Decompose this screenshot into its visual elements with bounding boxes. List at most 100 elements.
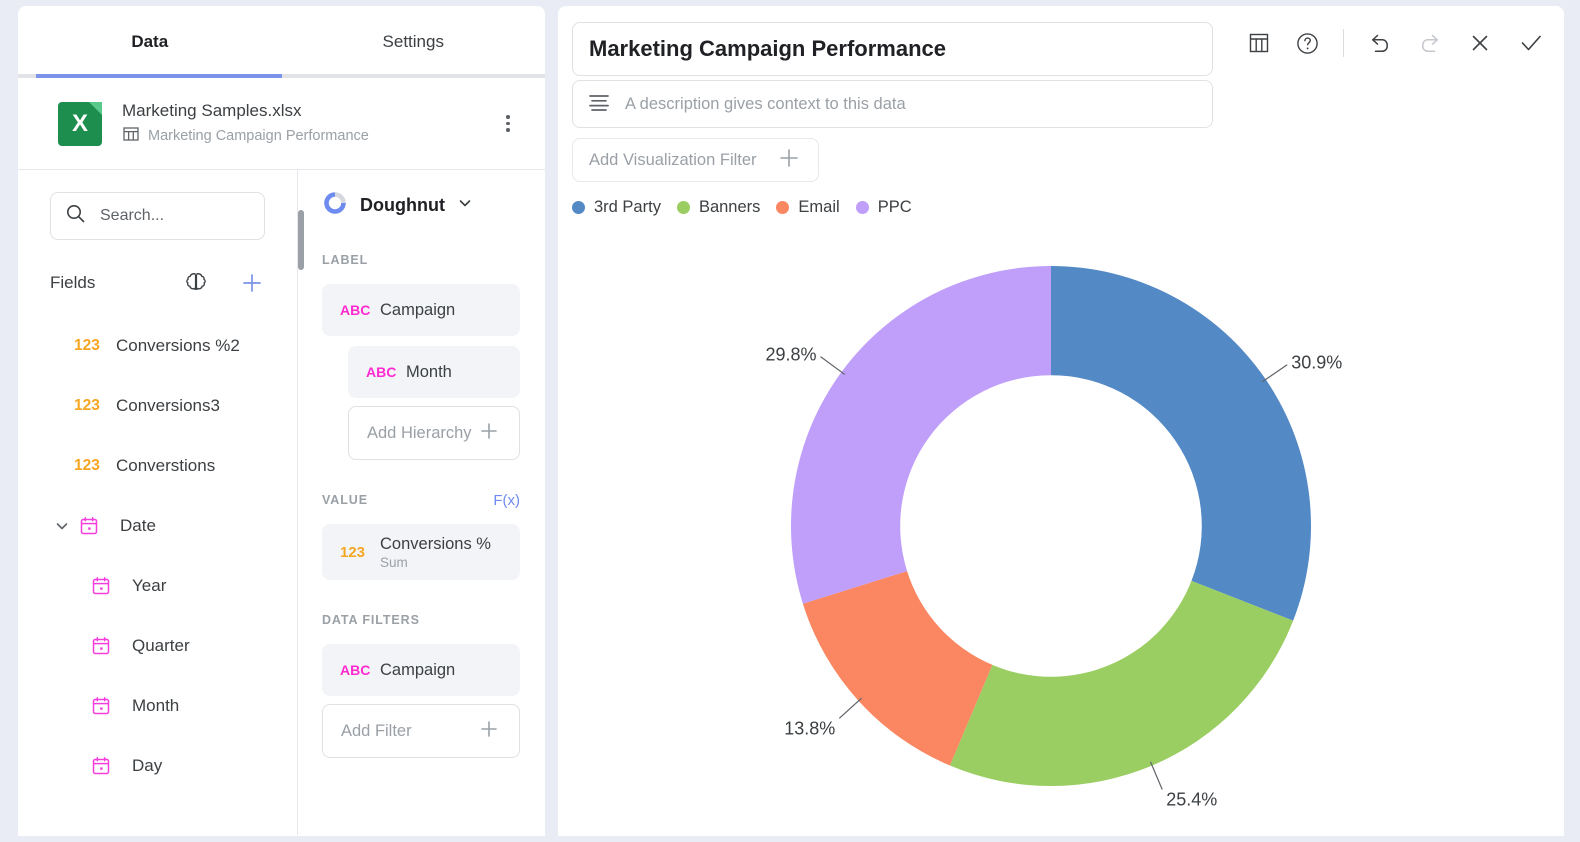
wells-column: Doughnut LABEL ABC Campaign ABC Month Ad… xyxy=(298,170,544,835)
fields-column: Search... Fields 123 Conversions %2 123 … xyxy=(18,170,298,835)
add-visualization-filter-button[interactable]: Add Visualization Filter xyxy=(572,138,819,182)
well-chip-campaign[interactable]: ABC Campaign xyxy=(322,284,520,336)
add-hierarchy-button[interactable]: Add Hierarchy xyxy=(348,406,520,460)
well-label-title: LABEL xyxy=(322,253,369,267)
field-label: Year xyxy=(132,576,167,595)
text-field-icon: ABC xyxy=(340,662,371,678)
visualization-description-input[interactable]: A description gives context to this data xyxy=(572,80,1213,128)
toolbar-separator xyxy=(1343,29,1344,57)
well-chip-month[interactable]: ABC Month xyxy=(348,346,520,398)
field-item[interactable]: 123 Converstions xyxy=(18,436,297,496)
doughnut-chart-svg: 30.9% 25.4% 13.8% 29.8% xyxy=(765,266,1342,809)
undo-icon[interactable] xyxy=(1366,29,1394,57)
field-item[interactable]: Year xyxy=(18,556,297,616)
legend-item[interactable]: 3rd Party xyxy=(572,198,661,217)
well-filters-title: DATA FILTERS xyxy=(322,613,420,627)
add-filter-label: Add Filter xyxy=(341,721,412,740)
tab-data[interactable]: Data xyxy=(18,6,282,78)
data-label-leader xyxy=(838,697,862,719)
field-item[interactable]: 123 Conversions3 xyxy=(18,376,297,436)
field-item[interactable]: 123 Conversions %2 xyxy=(18,316,297,376)
well-chip-texts: Conversions % Sum xyxy=(380,535,491,570)
data-label: 30.9% xyxy=(1291,353,1342,373)
data-label: 25.4% xyxy=(1166,789,1217,809)
data-source-sheet-row: Marketing Campaign Performance xyxy=(122,125,369,147)
number-field-icon: 123 xyxy=(74,397,100,414)
chart-type-selector[interactable]: Doughnut xyxy=(322,172,520,238)
well-header-data-filters: DATA FILTERS xyxy=(322,606,520,634)
number-field-icon: 123 xyxy=(340,543,366,561)
legend-swatch xyxy=(855,201,869,214)
field-label: Date xyxy=(120,516,156,535)
well-chip-filter-campaign[interactable]: ABC Campaign xyxy=(322,644,520,696)
tab-settings-label: Settings xyxy=(382,32,444,51)
search-input[interactable]: Search... xyxy=(50,192,265,240)
doughnut-slice[interactable] xyxy=(1051,266,1311,621)
redo-icon[interactable] xyxy=(1416,29,1444,57)
well-value-title: VALUE xyxy=(322,493,368,507)
field-item[interactable]: Month xyxy=(18,676,297,736)
well-chip-label: Campaign xyxy=(380,300,456,319)
search-placeholder: Search... xyxy=(100,207,165,224)
field-item[interactable]: Quarter xyxy=(18,616,297,676)
legend-swatch xyxy=(572,201,585,214)
data-source-texts: Marketing Samples.xlsx Marketing Campaig… xyxy=(122,100,369,147)
excel-x-glyph: X xyxy=(71,109,88,137)
field-item[interactable]: Day xyxy=(18,736,297,796)
confirm-check-icon[interactable] xyxy=(1516,28,1546,58)
brain-icon[interactable] xyxy=(183,271,209,295)
number-field-icon: 123 xyxy=(74,337,100,354)
plus-icon xyxy=(776,145,802,176)
description-lines-icon xyxy=(587,91,611,118)
close-icon[interactable] xyxy=(1466,29,1494,57)
add-visualization-filter-label: Add Visualization Filter xyxy=(589,150,757,169)
data-source-row[interactable]: X Marketing Samples.xlsx Marketing Campa… xyxy=(18,78,545,170)
wells-scrollbar[interactable] xyxy=(298,210,304,270)
add-hierarchy-label: Add Hierarchy xyxy=(367,423,472,442)
date-field-icon xyxy=(90,695,124,717)
well-chip-conversions[interactable]: 123 Conversions % Sum xyxy=(322,524,520,580)
legend-label: Banners xyxy=(698,198,761,216)
doughnut-chart-icon xyxy=(322,190,348,221)
date-field-icon xyxy=(90,575,124,597)
field-label: Conversions %2 xyxy=(116,336,240,355)
plus-icon xyxy=(477,419,501,448)
editor-toolbar xyxy=(1246,28,1546,58)
data-label-leader xyxy=(820,356,846,375)
well-header-label: LABEL xyxy=(322,246,520,274)
doughnut-chart: 30.9% 25.4% 13.8% 29.8% xyxy=(558,231,1564,836)
visualization-panel: Marketing Campaign Performance A descrip… xyxy=(558,6,1564,836)
chevron-down-icon xyxy=(457,195,473,216)
fields-list: 123 Conversions %2 123 Conversions3 123 … xyxy=(18,316,297,796)
formula-button[interactable]: F(x) xyxy=(493,492,520,509)
add-field-button[interactable] xyxy=(239,270,265,296)
tab-settings[interactable]: Settings xyxy=(282,6,546,78)
doughnut-slice[interactable] xyxy=(949,580,1294,786)
visualization-title-input[interactable]: Marketing Campaign Performance xyxy=(572,22,1213,76)
field-label: Quarter xyxy=(132,636,190,655)
well-chip-label: Conversions % xyxy=(380,534,491,553)
field-label: Converstions xyxy=(116,456,216,475)
fields-title: Fields xyxy=(50,273,96,292)
table-view-icon[interactable] xyxy=(1246,30,1272,56)
visualization-editor: Data Settings X Marketing Samples.xlsx M… xyxy=(0,0,1580,842)
legend-item[interactable]: Banners xyxy=(676,198,761,217)
chart-legend: 3rd Party Banners Email PPC xyxy=(572,198,920,217)
date-field-icon xyxy=(90,635,124,657)
chevron-down-icon[interactable] xyxy=(50,518,74,534)
help-icon[interactable] xyxy=(1294,30,1321,57)
doughnut-slice[interactable] xyxy=(791,266,1051,604)
table-icon xyxy=(122,125,140,147)
data-source-sheet-name: Marketing Campaign Performance xyxy=(148,128,369,144)
add-filter-button[interactable]: Add Filter xyxy=(322,704,520,758)
field-item-date[interactable]: Date xyxy=(18,496,297,556)
data-panel: Data Settings X Marketing Samples.xlsx M… xyxy=(18,6,545,836)
legend-item[interactable]: PPC xyxy=(855,198,912,217)
panel-columns: Search... Fields 123 Conversions %2 123 … xyxy=(18,170,545,835)
legend-item[interactable]: Email xyxy=(776,198,840,217)
date-field-icon xyxy=(78,515,112,537)
well-chip-label: Month xyxy=(406,362,452,381)
legend-label: PPC xyxy=(877,198,912,216)
kebab-menu-icon[interactable] xyxy=(497,113,519,135)
text-field-icon: ABC xyxy=(340,302,371,318)
